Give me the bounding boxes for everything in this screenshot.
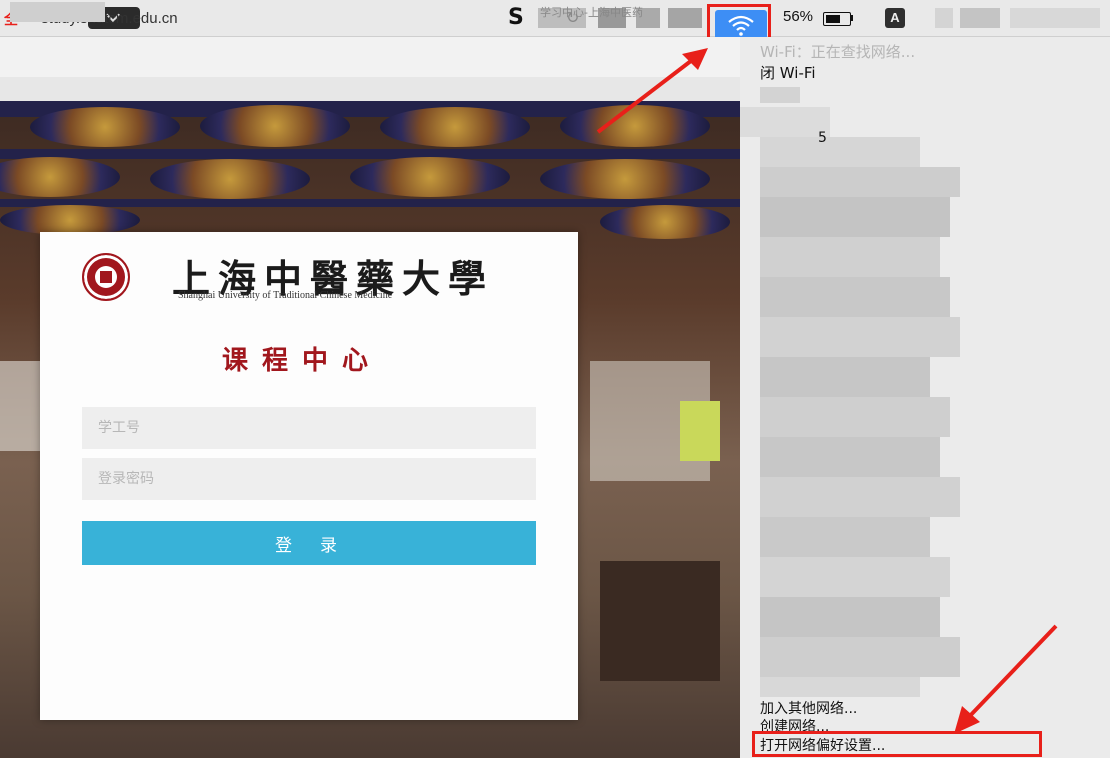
- wifi-status-text: Wi-Fi：正在查找网络...: [760, 43, 916, 61]
- battery-percent: 56%: [783, 8, 814, 25]
- student-id-input[interactable]: [82, 407, 536, 449]
- pixelated-menubar-icon: [668, 8, 702, 28]
- password-input[interactable]: [82, 458, 536, 500]
- login-button[interactable]: 登录: [82, 521, 536, 565]
- password-field[interactable]: [82, 458, 536, 500]
- network-list-item[interactable]: 5: [818, 130, 827, 146]
- address-bar[interactable]: [0, 37, 740, 78]
- pixelated-menubar-icon: [935, 8, 953, 28]
- university-seal-icon: [82, 253, 130, 301]
- battery-tip: [850, 15, 853, 21]
- tab-strip: [0, 77, 740, 101]
- battery-icon[interactable]: [823, 12, 851, 26]
- university-name-en: Shanghai University of Traditional Chine…: [178, 290, 393, 301]
- wifi-dropdown-menu: [740, 37, 1110, 758]
- tab-title[interactable]: 学习中心-上海中医药: [540, 4, 643, 20]
- preferences-highlight-box: [752, 731, 1042, 757]
- student-id-field[interactable]: [82, 407, 536, 449]
- wifi-toggle-item[interactable]: 闭 Wi-Fi: [760, 62, 816, 83]
- browser-tab[interactable]: [10, 2, 105, 22]
- input-source-icon[interactable]: A: [885, 8, 905, 28]
- join-other-network-item[interactable]: 加入其他网络...: [760, 698, 857, 718]
- pixelated-menubar-icon: [1010, 8, 1100, 28]
- app-status-icon[interactable]: S: [508, 6, 524, 30]
- pixelated-menubar-icon: [960, 8, 1000, 28]
- page-title: 课程中心: [222, 346, 383, 376]
